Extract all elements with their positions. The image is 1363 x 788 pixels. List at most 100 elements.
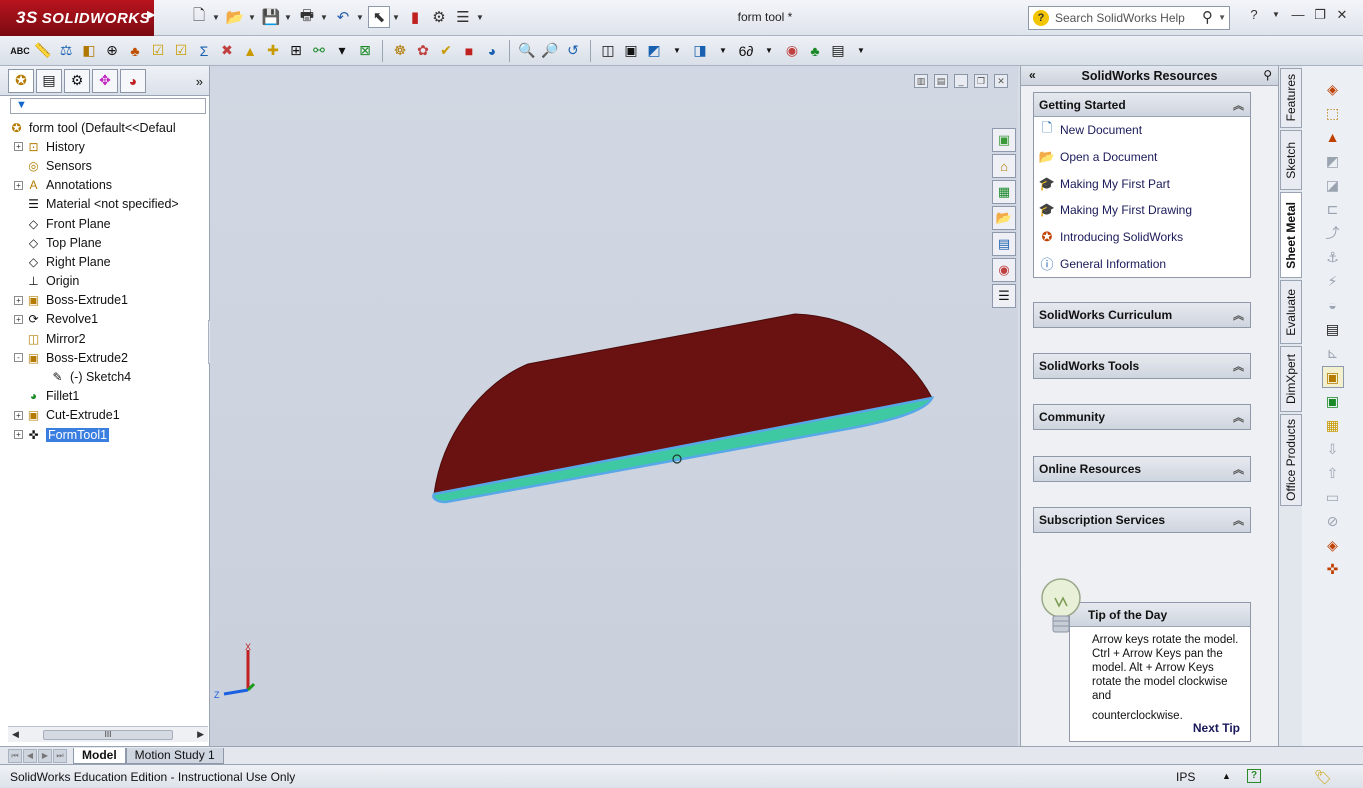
side-tab[interactable]: DimXpert — [1280, 346, 1302, 412]
collapse-chevron-icon[interactable]: ︽ — [1233, 512, 1244, 528]
tree-item[interactable]: + A Annotations — [0, 176, 208, 195]
tree-expander-icon[interactable]: + — [14, 180, 23, 190]
parting-icon[interactable]: ⊞ — [286, 41, 306, 61]
split-horizontal-icon[interactable]: ▤ — [934, 74, 948, 88]
tree-item[interactable]: + ⟳ Revolve1 — [0, 310, 208, 329]
options-icon[interactable]: ⚙ — [428, 6, 450, 28]
print-icon[interactable]: 🖶 — [296, 6, 318, 28]
getting-started-link[interactable]: 📂 Open a Document — [1034, 144, 1250, 171]
appearances-icon[interactable]: ◉ — [992, 258, 1016, 282]
costing-icon[interactable]: ☑ — [171, 41, 191, 61]
model-body[interactable] — [433, 313, 933, 495]
no-bends-icon[interactable]: ▣ — [1322, 390, 1344, 412]
last-tab-icon[interactable]: ⏭ — [53, 748, 67, 763]
minimize-icon[interactable]: — — [1290, 7, 1306, 23]
customize-icon[interactable]: ☰ — [452, 6, 474, 28]
units-indicator[interactable]: IPS — [1176, 770, 1195, 784]
prev-tab-icon[interactable]: ◀ — [23, 748, 37, 763]
collapse-chevron-icon[interactable]: ︽ — [1233, 307, 1244, 323]
break-corner-icon[interactable]: ▤ — [1322, 318, 1344, 340]
fold-icon[interactable]: ⇧ — [1322, 462, 1344, 484]
tree-root[interactable]: ✪ form tool (Default<<Defaul — [0, 118, 208, 137]
base-flange-icon[interactable]: ◈ — [1322, 78, 1344, 100]
property-manager-icon[interactable]: ▤ — [36, 68, 62, 93]
tree-horizontal-scrollbar[interactable]: ◀ III ▶ — [8, 726, 208, 742]
units-menu-icon[interactable]: ▲ — [1222, 771, 1231, 781]
getting-started-link[interactable]: 🎓 Making My First Drawing — [1034, 197, 1250, 224]
restore-icon[interactable]: ❐ — [1312, 7, 1328, 23]
viewport-close-icon[interactable]: ✕ — [994, 74, 1008, 88]
quick-tips-icon[interactable]: ? — [1247, 769, 1261, 783]
tree-item[interactable]: ◫ Mirror2 — [0, 329, 208, 348]
tree-filter-input[interactable]: ▼ — [10, 98, 206, 114]
convert-icon[interactable]: ⬚ — [1322, 102, 1344, 124]
tree-expander-icon[interactable]: + — [14, 295, 23, 305]
feature-works-icon[interactable]: ⊠ — [355, 41, 375, 61]
edit-appearance-icon[interactable]: ▼ — [759, 41, 779, 61]
analysis-icon[interactable]: ✿ — [413, 41, 433, 61]
hide-show-icon[interactable]: ▼ — [667, 41, 687, 61]
graphics-area[interactable]: ▥ ▤ _ ❐ ✕ ▣ ⌂ ▦ 📂 ▤ ◉ ☰ X Z — [210, 66, 1018, 746]
tree-item[interactable]: + ▣ Cut-Extrude1 — [0, 406, 208, 425]
tab-motion-study[interactable]: Motion Study 1 — [125, 747, 224, 764]
display-manager-tab-icon[interactable]: ◕ — [120, 68, 146, 93]
tree-item[interactable]: ⊥ Origin — [0, 272, 208, 291]
tree-item[interactable]: + ⊡ History — [0, 137, 208, 156]
zoom-area-icon[interactable]: 🔎 — [540, 41, 560, 61]
resource-section-header[interactable]: SolidWorks Curriculum ︽ — [1034, 303, 1250, 327]
undo-icon[interactable]: ↶ — [332, 6, 354, 28]
tab-model[interactable]: Model — [73, 747, 126, 764]
zoom-fit-icon[interactable]: 🔍 — [517, 41, 537, 61]
display-style-icon[interactable]: ◩ — [644, 41, 664, 61]
flatten-icon[interactable]: ▣ — [1321, 366, 1344, 388]
realview-icon[interactable]: ♣ — [805, 41, 825, 61]
more-dropdown-icon[interactable]: ▼ — [851, 41, 871, 61]
previous-view-icon[interactable]: ↺ — [563, 41, 583, 61]
design-library-icon[interactable]: 📂 — [992, 206, 1016, 230]
welded-corner-icon[interactable]: ◒ — [1322, 294, 1344, 316]
dimxpert-icon[interactable]: ✥ — [92, 68, 118, 93]
side-tab[interactable]: Office Products — [1280, 414, 1302, 506]
new-dropdown[interactable]: ▼ — [212, 6, 222, 28]
render-icon[interactable]: ■ — [459, 41, 479, 61]
photoview-icon[interactable]: ▤ — [828, 41, 848, 61]
compare-icon[interactable]: ✔ — [436, 41, 456, 61]
display-manager-icon[interactable]: ◕ — [482, 41, 502, 61]
insert-bends-icon[interactable]: ▦ — [1322, 414, 1344, 436]
viewport-minimize-icon[interactable]: _ — [954, 74, 968, 88]
tree-item[interactable]: + ▣ Boss-Extrude1 — [0, 291, 208, 310]
sim-icon[interactable]: ☑ — [148, 41, 168, 61]
collapse-chevron-icon[interactable]: ︽ — [1233, 97, 1244, 113]
simple-hole-icon[interactable]: ⊘ — [1322, 510, 1344, 532]
save-dropdown[interactable]: ▼ — [284, 6, 294, 28]
getting-started-link[interactable]: ⓘ General Information — [1034, 250, 1250, 277]
open-icon[interactable]: 📂 — [224, 6, 246, 28]
config-manager-icon[interactable]: ⚙ — [64, 68, 90, 93]
scroll-left-icon[interactable]: ◀ — [12, 729, 19, 740]
thickness-icon[interactable]: ⚯ — [309, 41, 329, 61]
undercut-icon[interactable]: ✚ — [263, 41, 283, 61]
resource-section-header[interactable]: Community ︽ — [1034, 405, 1250, 430]
search-dropdown-icon[interactable]: ▼ — [1218, 13, 1226, 22]
symmetry-icon[interactable]: ▾ — [332, 41, 352, 61]
close-icon[interactable]: ✕ — [1334, 7, 1350, 23]
getting-started-link[interactable]: 🗋 New Document — [1034, 117, 1250, 144]
search-icon[interactable]: ⚲ — [1202, 8, 1213, 26]
view-orient-icon[interactable]: ▣ — [621, 41, 641, 61]
lights-icon[interactable]: 6∂ — [736, 41, 756, 61]
custom-properties-icon[interactable]: ☰ — [992, 284, 1016, 308]
geometry-icon[interactable]: ✖ — [217, 41, 237, 61]
collapse-chevron-icon[interactable]: ︽ — [1233, 461, 1244, 477]
appearance-icon[interactable]: ◨ — [690, 41, 710, 61]
print-dropdown[interactable]: ▼ — [320, 6, 330, 28]
expand-panel-icon[interactable]: » — [196, 74, 203, 89]
tree-item[interactable]: ◇ Top Plane — [0, 233, 208, 252]
undo-dropdown[interactable]: ▼ — [356, 6, 366, 28]
next-tip-link[interactable]: Next Tip — [1193, 721, 1240, 735]
viewport-restore-icon[interactable]: ❐ — [974, 74, 988, 88]
help-icon[interactable]: ? — [1246, 7, 1262, 23]
select-dropdown[interactable]: ▼ — [392, 6, 402, 28]
file-explorer-icon[interactable]: ▤ — [992, 232, 1016, 256]
check-icon[interactable]: ⊕ — [102, 41, 122, 61]
tree-item[interactable]: ◇ Front Plane — [0, 214, 208, 233]
